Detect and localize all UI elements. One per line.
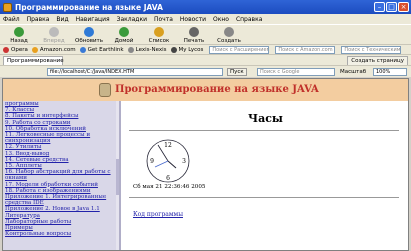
- google-search-field[interactable]: Поиск с Google: [257, 68, 335, 76]
- bookmark-earthlink[interactable]: Get Earthlink: [79, 46, 124, 53]
- forward-button[interactable]: Вперед: [38, 27, 70, 44]
- clock-numeral-3: 3: [182, 158, 186, 165]
- search-field-2[interactable]: Поиск с Amazon.com: [275, 45, 336, 54]
- list-icon: [154, 27, 164, 37]
- home-icon: [119, 27, 129, 37]
- go-button[interactable]: Пуск: [227, 68, 247, 76]
- printer-icon: [189, 27, 199, 37]
- navigation-toolbar: Назад Вперед Обновить Домой Список Печат…: [0, 24, 411, 44]
- search-field-3[interactable]: Поиск с Техническим: [341, 45, 402, 54]
- window-title: Программирование на языке JAVA: [15, 2, 163, 12]
- bookmarks-bar: Opera Amazon.com Get Earthlink Lexis-Nex…: [0, 44, 411, 54]
- lexis-icon: [127, 46, 134, 53]
- print-button[interactable]: Печать: [178, 27, 210, 44]
- clock-numeral-6: 6: [166, 175, 170, 182]
- nav-scrollbar[interactable]: [116, 101, 119, 250]
- banner-title: Программирование на языке JAVA: [115, 84, 319, 95]
- close-button[interactable]: ×: [398, 2, 409, 12]
- menu-mail[interactable]: Почта: [154, 16, 173, 23]
- page-banner: Программирование на языке JAVA: [3, 79, 408, 101]
- divider-bottom: [129, 197, 399, 198]
- menu-navigation[interactable]: Навигация: [76, 16, 110, 23]
- nav-link[interactable]: 11. Легковесные процессы и синхронизация: [5, 132, 115, 144]
- clock-applet: 12 3 6 9: [146, 139, 190, 183]
- zoom-label: Масштаб: [340, 69, 367, 75]
- menu-bar: Файл Правка Вид Навигация Закладки Почта…: [0, 14, 411, 24]
- divider-top: [129, 130, 399, 131]
- clock-numeral-12: 12: [164, 142, 172, 149]
- menu-view[interactable]: Вид: [56, 16, 68, 23]
- menu-help[interactable]: Справка: [236, 16, 262, 23]
- java-logo-icon: [99, 83, 111, 97]
- clock-numeral-9: 9: [150, 158, 154, 165]
- bookmark-opera[interactable]: Opera: [3, 46, 28, 53]
- menu-file[interactable]: Файл: [3, 16, 20, 23]
- menu-bookmarks[interactable]: Закладки: [117, 16, 147, 23]
- home-button[interactable]: Домой: [108, 27, 140, 44]
- main-frame: Часы 12 3 6 9 Сб мая 21 22:36:46 2005 Ко…: [123, 101, 408, 250]
- clock-date-text: Сб мая 21 22:36:46 2005: [133, 184, 206, 190]
- nav-frame: программы 7. Классы 8. Пакеты и интерфей…: [3, 101, 121, 250]
- earthlink-icon: [79, 46, 86, 53]
- search-field-1[interactable]: Поиск с Расширением: [209, 45, 270, 54]
- minimize-button[interactable]: –: [374, 2, 385, 12]
- forward-arrow-icon: [49, 27, 59, 37]
- back-button[interactable]: Назад: [3, 27, 35, 44]
- bookmark-label: Opera: [11, 46, 28, 53]
- lycos-icon: [170, 46, 177, 53]
- opera-icon: [3, 46, 9, 53]
- back-arrow-icon: [14, 27, 24, 37]
- nav-link[interactable]: 16. Набор абстракций для работы с окнами: [5, 169, 115, 181]
- tab-bar: Программирование Создать страницу: [0, 54, 411, 66]
- new-button[interactable]: Создать: [213, 27, 245, 44]
- bookmark-label: Amazon.com: [39, 46, 76, 53]
- bookmark-label: My Lycos: [178, 46, 204, 53]
- menu-window[interactable]: Окно: [213, 16, 229, 23]
- page-viewport: Программирование на языке JAVA программы…: [2, 78, 409, 251]
- bookmark-label: Lexis-Nexis: [135, 46, 167, 53]
- zoom-select[interactable]: 100%: [373, 68, 407, 76]
- url-field[interactable]: file://localhost/C:/Java/INDEX.HTM: [47, 68, 223, 76]
- new-page-icon: [224, 27, 234, 37]
- bookmark-lexis[interactable]: Lexis-Nexis: [127, 46, 167, 53]
- reload-button[interactable]: Обновить: [73, 27, 105, 44]
- code-link[interactable]: Код программы: [133, 211, 183, 218]
- title-bar: Программирование на языке JAVA – □ ×: [0, 0, 411, 14]
- app-icon: [3, 2, 12, 12]
- menu-news[interactable]: Новости: [180, 16, 206, 23]
- maximize-button[interactable]: □: [386, 2, 397, 12]
- bookmark-label: Get Earthlink: [87, 46, 124, 53]
- nav-link[interactable]: Приложение 1. Интегрированные средства I…: [5, 194, 115, 206]
- list-button[interactable]: Список: [143, 27, 175, 44]
- address-bar: file://localhost/C:/Java/INDEX.HTM Пуск …: [0, 65, 411, 77]
- bookmark-amazon[interactable]: Amazon.com: [31, 46, 76, 53]
- nav-link[interactable]: Контрольные вопросы: [5, 231, 119, 237]
- bookmark-lycos[interactable]: My Lycos: [170, 46, 204, 53]
- nav-scrollbar-thumb[interactable]: [116, 159, 119, 195]
- menu-edit[interactable]: Правка: [27, 16, 50, 23]
- page-heading: Часы: [248, 112, 283, 125]
- reload-icon: [84, 27, 94, 37]
- window-controls: – □ ×: [374, 2, 409, 12]
- amazon-icon: [31, 46, 38, 53]
